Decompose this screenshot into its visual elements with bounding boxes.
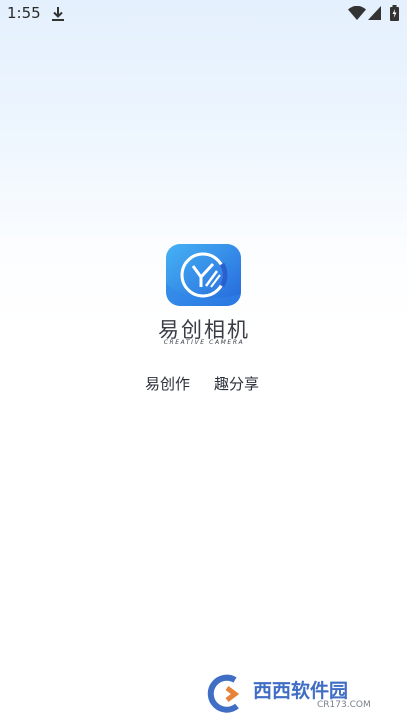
watermark-logo-icon [207,674,240,713]
status-bar: 1:55 [0,0,407,28]
watermark-brand: 西西软件园 [253,680,349,702]
slogan-share: 趣分享 [214,375,260,393]
battery-icon [390,5,399,21]
status-time: 1:55 [7,4,41,22]
app-subtitle: CREATIVE CAMERA [163,339,245,346]
cell-signal-icon [368,6,381,20]
download-icon [52,7,64,21]
app-logo [166,244,241,306]
camera-lens-logo-icon [166,244,241,306]
wifi-icon [348,6,366,20]
watermark-url: CR173.COM [317,700,371,710]
watermark: 西西软件园 CR173.COM [205,674,401,716]
slogan-create: 易创作 [145,375,191,393]
